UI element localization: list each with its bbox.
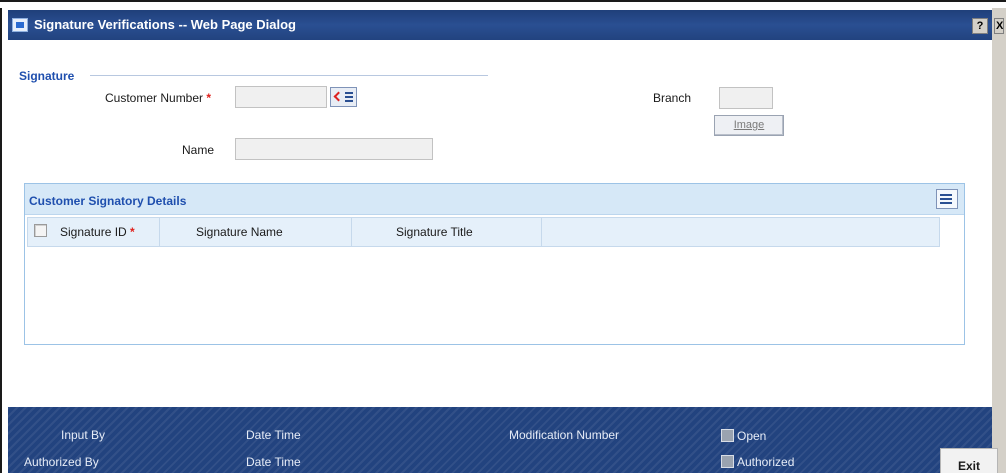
column-header-signature-name[interactable]: Signature Name — [160, 218, 352, 246]
customer-number-label: Customer Number * — [105, 91, 211, 105]
panel-title: Customer Signatory Details — [29, 194, 187, 208]
name-label: Name — [182, 143, 215, 157]
column-header-signature-title[interactable]: Signature Title — [352, 218, 542, 246]
authorized-label: Authorized — [737, 455, 795, 469]
exit-button[interactable]: Exit — [940, 448, 998, 473]
grid-view-icon-lines — [942, 194, 952, 204]
window-frame-left — [0, 8, 8, 473]
required-marker: * — [206, 91, 212, 105]
authorized-by-label: Authorized By — [24, 455, 99, 469]
column-header-label: Signature ID — [60, 225, 127, 239]
lookup-arrow-icon — [333, 91, 344, 102]
modification-number-label: Modification Number — [509, 428, 620, 442]
customer-number-lookup-button[interactable] — [330, 87, 357, 107]
column-header-signature-id[interactable]: Signature ID * — [54, 218, 160, 246]
customer-number-label-text: Customer Number — [105, 91, 204, 105]
input-by-label: Input By — [61, 428, 106, 442]
help-button[interactable]: ? — [972, 18, 988, 34]
open-checkbox[interactable] — [721, 429, 734, 442]
input-date-time-label: Date Time — [246, 428, 301, 442]
authorized-date-time-label: Date Time — [246, 455, 301, 469]
customer-number-input[interactable] — [235, 86, 327, 108]
select-all-checkbox[interactable] — [34, 224, 47, 237]
name-input[interactable] — [235, 138, 433, 160]
section-divider — [90, 75, 488, 76]
list-icon — [345, 92, 353, 103]
web-page-icon — [12, 18, 28, 32]
branch-label: Branch — [653, 91, 692, 105]
customer-signatory-details-panel: Customer Signatory Details Signature ID … — [24, 183, 965, 345]
close-button[interactable]: X — [994, 18, 1004, 34]
authorized-checkbox[interactable] — [721, 455, 734, 468]
audit-footer: Input By Authorized By Date Time Date Ti… — [8, 407, 992, 473]
dialog-title: Signature Verifications -- Web Page Dial… — [34, 17, 296, 32]
dialog-title-bar[interactable]: Signature Verifications -- Web Page Dial… — [8, 10, 1004, 40]
required-marker: * — [130, 225, 135, 239]
signatory-grid-header: Signature ID * Signature Name Signature … — [27, 217, 940, 247]
single-view-button[interactable] — [936, 189, 958, 209]
window-scroll-edge — [992, 8, 1006, 473]
panel-header: Customer Signatory Details — [25, 184, 964, 215]
window-frame-top — [0, 0, 1006, 8]
branch-input[interactable] — [719, 87, 773, 109]
image-button[interactable]: Image — [714, 115, 784, 136]
open-label: Open — [737, 429, 767, 443]
signature-section-legend: Signature — [19, 69, 75, 83]
